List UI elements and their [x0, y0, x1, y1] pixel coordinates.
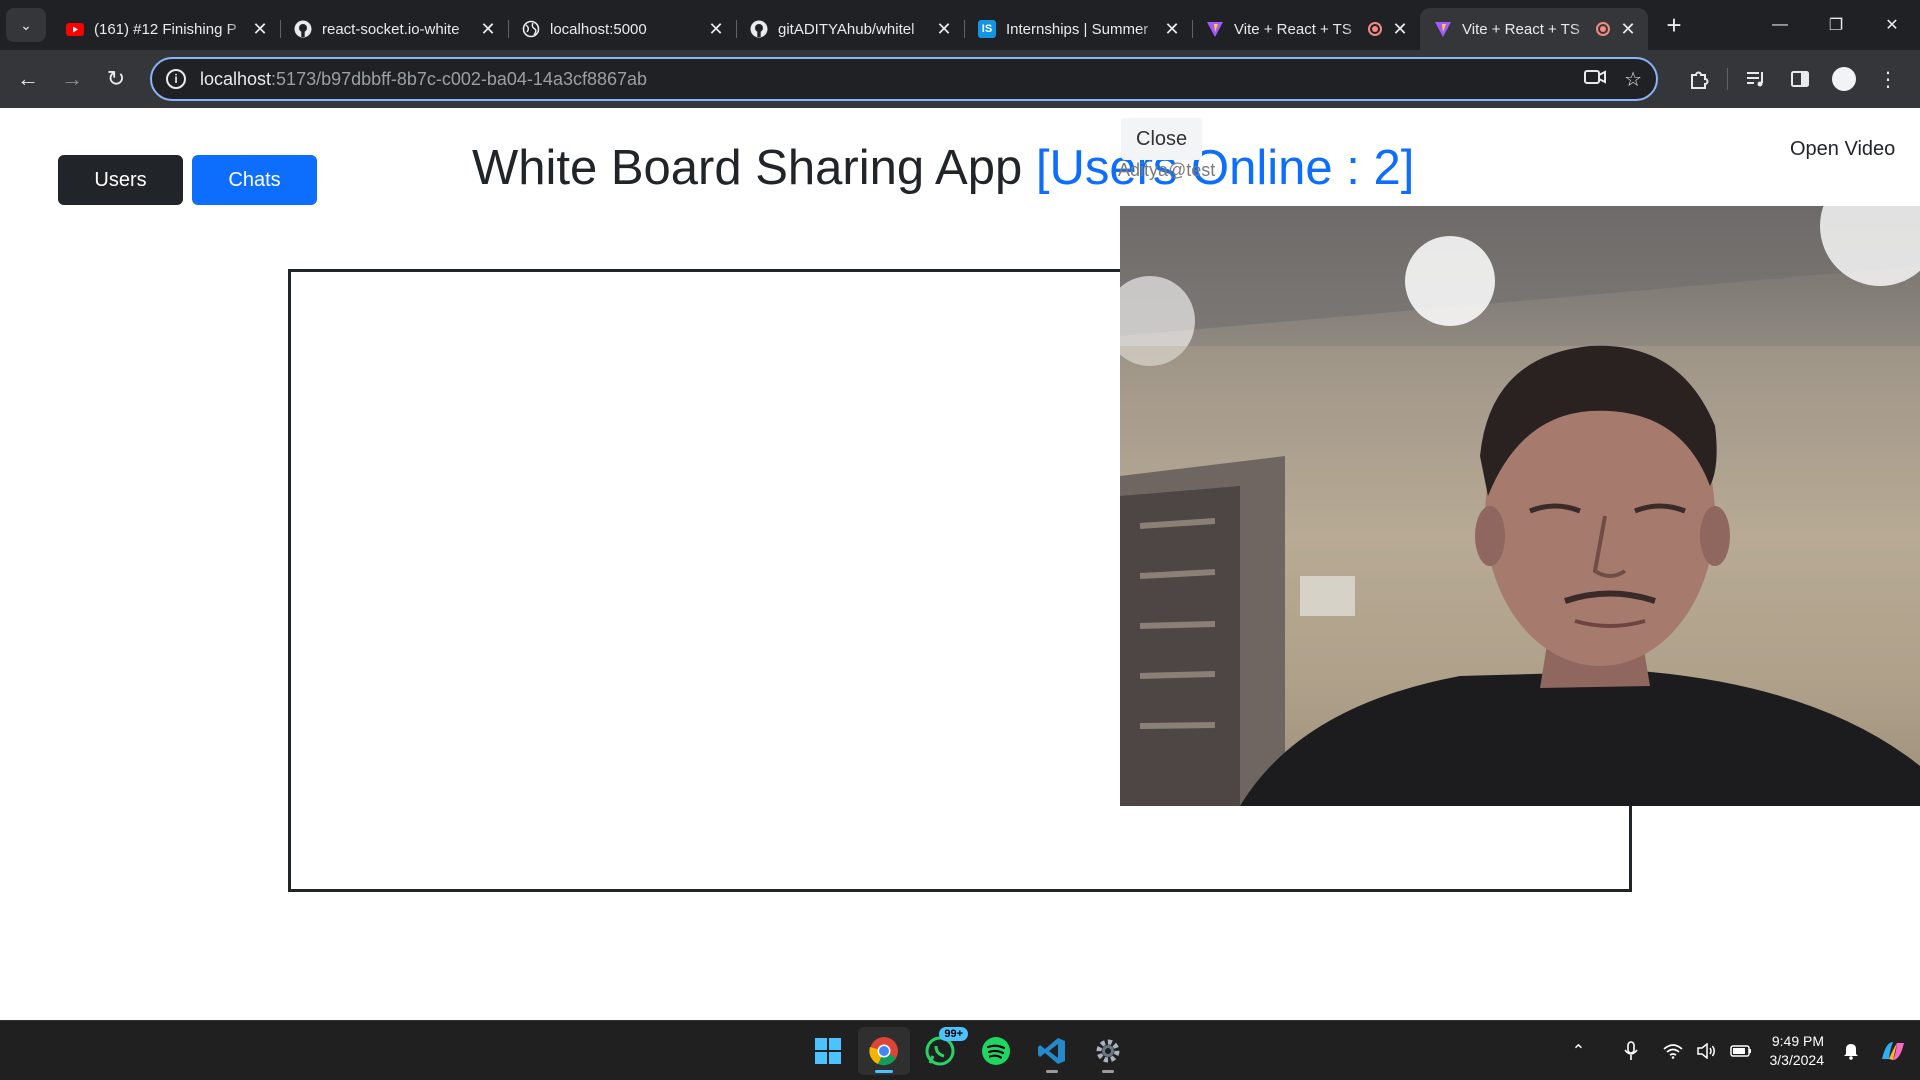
- url-text[interactable]: localhost:5173/b97dbbff-8b7c-c002-ba04-1…: [200, 69, 1566, 90]
- chevron-up-icon[interactable]: ⌃: [1564, 1036, 1594, 1066]
- toolbar-separator: [1727, 68, 1728, 90]
- notification-bell-icon[interactable]: [1836, 1036, 1866, 1066]
- tab-title: Vite + React + TS: [1462, 20, 1580, 38]
- github-icon: [294, 20, 312, 38]
- taskbar-spotify[interactable]: [970, 1027, 1022, 1075]
- windows-taskbar: 99+ ⌃ 9:49 PM 3/3/2024: [0, 1020, 1920, 1080]
- site-info-icon[interactable]: i: [166, 69, 186, 89]
- chevron-down-icon: ⌄: [20, 16, 32, 33]
- recording-icon: [1368, 22, 1382, 36]
- webcam-frame-illustration: [1120, 206, 1920, 806]
- close-tab-icon[interactable]: ✕: [706, 19, 726, 40]
- vscode-icon: [1038, 1038, 1065, 1064]
- browser-tab[interactable]: localhost:5000 ✕: [508, 8, 736, 50]
- chats-button[interactable]: Chats: [192, 155, 317, 205]
- microphone-icon[interactable]: [1616, 1036, 1646, 1066]
- taskbar-apps: 99+: [800, 1027, 1136, 1075]
- new-tab-button[interactable]: +: [1660, 10, 1688, 41]
- tab-title: Internships | Summer: [1006, 20, 1149, 38]
- side-panel-icon[interactable]: [1778, 57, 1822, 101]
- tab-title: Vite + React + TS: [1234, 20, 1352, 38]
- bookmark-star-icon[interactable]: ☆: [1624, 67, 1642, 92]
- taskbar-whatsapp[interactable]: 99+: [914, 1027, 968, 1075]
- browser-toolbar: ← → ↻ i localhost:5173/b97dbbff-8b7c-c00…: [0, 50, 1920, 108]
- tab-title: react-socket.io-white: [322, 20, 460, 38]
- browser-tab[interactable]: gitADITYAhub/whitel ✕: [736, 8, 964, 50]
- window-controls: — ❐ ✕: [1752, 0, 1920, 50]
- battery-icon[interactable]: [1726, 1036, 1756, 1066]
- close-window-icon[interactable]: ✕: [1864, 0, 1920, 50]
- media-control-icon[interactable]: [1734, 57, 1778, 101]
- tab-title: (161) #12 Finishing P: [94, 20, 237, 38]
- url-path: :5173/b97dbbff-8b7c-c002-ba04-14a3cf8867…: [271, 68, 648, 89]
- browser-tab[interactable]: (161) #12 Finishing P ✕: [52, 8, 280, 50]
- running-indicator: [1102, 1070, 1114, 1073]
- close-tab-icon[interactable]: ✕: [934, 19, 954, 40]
- recording-icon: [1596, 22, 1610, 36]
- internshala-icon: IS: [978, 20, 996, 38]
- close-tab-icon[interactable]: ✕: [1390, 19, 1410, 40]
- browser-tab[interactable]: Vite + React + TS ✕: [1192, 8, 1420, 50]
- tab-title: gitADITYAhub/whitel: [778, 20, 915, 38]
- windows-logo-icon: [815, 1038, 841, 1064]
- close-video-button[interactable]: Close: [1121, 118, 1203, 160]
- vite-icon: [1206, 20, 1224, 38]
- open-video-link[interactable]: Open Video: [1790, 138, 1895, 161]
- restore-icon[interactable]: ❐: [1808, 0, 1864, 50]
- notification-badge: 99+: [939, 1027, 968, 1041]
- forward-icon[interactable]: →: [50, 57, 94, 101]
- tab-title: localhost:5000: [550, 20, 647, 38]
- spotify-icon: [982, 1037, 1010, 1065]
- reload-icon[interactable]: ↻: [94, 57, 138, 101]
- toolbar-actions: ⋮: [1677, 57, 1910, 101]
- profile-avatar[interactable]: [1822, 57, 1866, 101]
- start-button[interactable]: [802, 1027, 854, 1075]
- camera-in-use-icon[interactable]: [1584, 68, 1607, 91]
- extensions-icon[interactable]: [1677, 57, 1721, 101]
- browser-tab-active[interactable]: Vite + React + TS ✕: [1420, 8, 1648, 50]
- clock-date: 3/3/2024: [1769, 1052, 1825, 1068]
- video-user-label: Aditya@test: [1118, 160, 1216, 180]
- browser-tabstrip: ⌄ (161) #12 Finishing P ✕ react-socket.i…: [0, 0, 1920, 50]
- volume-icon[interactable]: [1692, 1036, 1722, 1066]
- chrome-icon: [869, 1037, 898, 1066]
- app-title-text: White Board Sharing App: [472, 141, 1023, 195]
- clock-time: 9:49 PM: [1771, 1033, 1824, 1049]
- page-content: Users Chats White Board Sharing App [Use…: [0, 108, 1920, 1020]
- running-indicator: [1046, 1070, 1058, 1073]
- close-tab-icon[interactable]: ✕: [250, 19, 270, 40]
- taskbar-settings[interactable]: [1082, 1027, 1134, 1075]
- globe-icon: [522, 20, 540, 38]
- active-indicator: [875, 1070, 893, 1073]
- back-icon[interactable]: ←: [6, 57, 50, 101]
- github-icon: [750, 20, 768, 38]
- tab-search-button[interactable]: ⌄: [6, 8, 46, 42]
- users-button[interactable]: Users: [58, 155, 183, 205]
- address-bar[interactable]: i localhost:5173/b97dbbff-8b7c-c002-ba04…: [150, 57, 1658, 101]
- vite-icon: [1434, 20, 1452, 38]
- close-tab-icon[interactable]: ✕: [1618, 19, 1638, 40]
- url-host: localhost: [200, 68, 272, 89]
- minimize-icon[interactable]: —: [1752, 0, 1808, 50]
- page-title: White Board Sharing App [Users Online : …: [472, 140, 1414, 196]
- youtube-icon: [66, 20, 84, 38]
- more-menu-icon[interactable]: ⋮: [1866, 57, 1910, 101]
- taskbar-clock[interactable]: 9:49 PM 3/3/2024: [1770, 1032, 1825, 1070]
- copilot-icon[interactable]: [1878, 1036, 1908, 1066]
- webcam-video: [1120, 206, 1920, 806]
- close-tab-icon[interactable]: ✕: [478, 19, 498, 40]
- tab-list: (161) #12 Finishing P ✕ react-socket.io-…: [52, 0, 1688, 50]
- taskbar-vscode[interactable]: [1026, 1027, 1078, 1075]
- browser-tab[interactable]: react-socket.io-white ✕: [280, 8, 508, 50]
- system-tray: ⌃ 9:49 PM 3/3/2024: [1562, 1021, 1911, 1080]
- browser-tab[interactable]: IS Internships | Summer ✕: [964, 8, 1192, 50]
- users-online-count: [Users Online : 2]: [1035, 141, 1415, 195]
- taskbar-chrome[interactable]: [858, 1027, 910, 1075]
- settings-gear-icon: [1096, 1039, 1120, 1063]
- close-tab-icon[interactable]: ✕: [1162, 19, 1182, 40]
- wifi-icon[interactable]: [1658, 1036, 1688, 1066]
